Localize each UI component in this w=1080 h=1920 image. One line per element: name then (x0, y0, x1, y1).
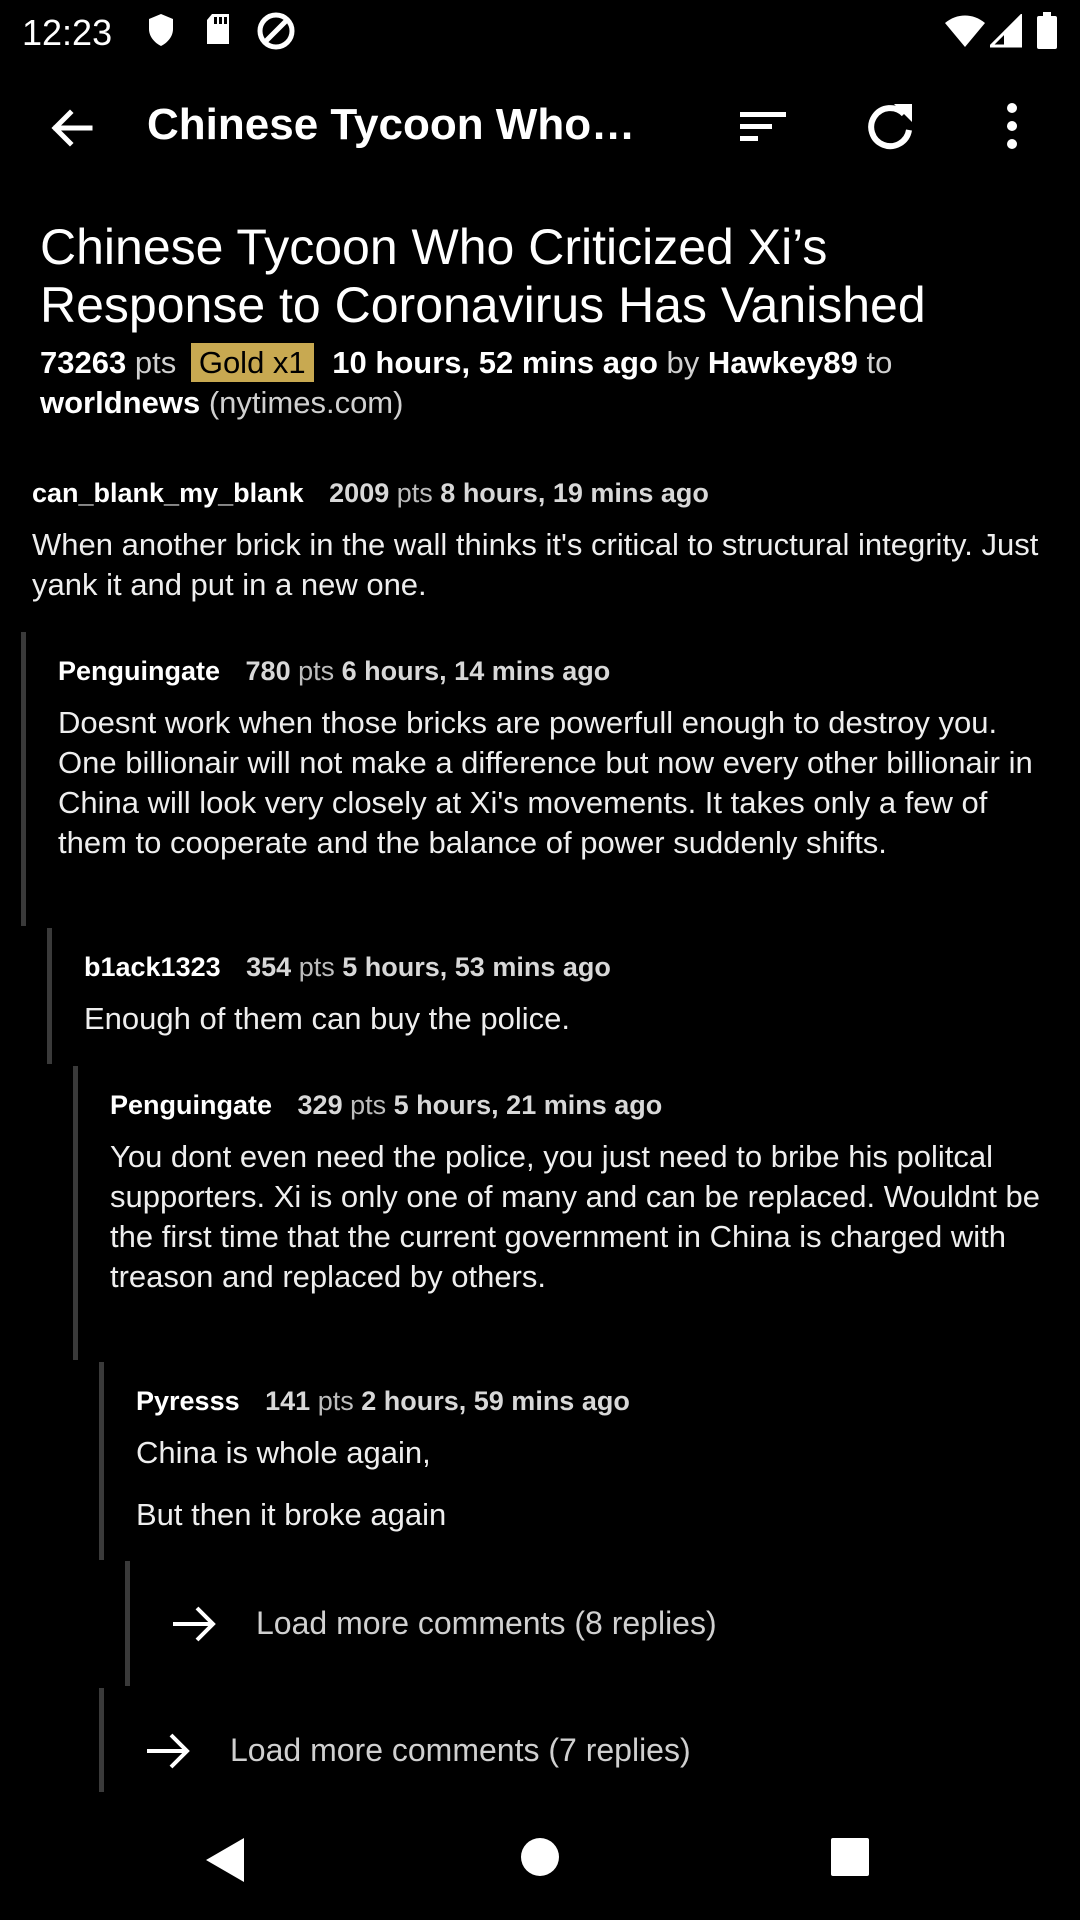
back-arrow-icon[interactable] (42, 98, 102, 158)
app-bar-title: Chinese Tycoon Who… (147, 100, 636, 149)
comment-author[interactable]: can_blank_my_blank (32, 478, 304, 508)
thread-depth-bar (21, 632, 26, 926)
gold-badge: Gold x1 (190, 343, 314, 382)
wifi-icon (945, 15, 985, 47)
comment[interactable]: Penguingate 780 pts 6 hours, 14 mins ago… (21, 632, 1080, 926)
status-time: 12:23 (22, 12, 113, 53)
post-by-label: by (666, 345, 700, 380)
post-subreddit[interactable]: worldnews (40, 385, 200, 420)
sd-card-icon (207, 14, 229, 44)
comment-header: can_blank_my_blank 2009 pts 8 hours, 19 … (32, 478, 1052, 509)
comment-score-unit: pts (350, 1090, 387, 1120)
thread-depth-bar (125, 1561, 130, 1686)
post-score: 73263 (40, 345, 127, 380)
comment-score: 141 (265, 1386, 311, 1416)
comment[interactable]: b1ack1323 354 pts 5 hours, 53 mins ago E… (47, 928, 1080, 1064)
comment-score-unit: pts (396, 478, 433, 508)
post-to-label: to (866, 345, 893, 380)
comment-score: 354 (246, 952, 292, 982)
comment-paragraph: Doesnt work when those bricks are powerf… (58, 705, 1033, 860)
comment-age: 5 hours, 53 mins ago (342, 952, 611, 982)
comment-age: 6 hours, 14 mins ago (341, 656, 611, 686)
comment[interactable]: Pyresss 141 pts 2 hours, 59 mins ago Chi… (99, 1362, 1080, 1560)
comment-body: You dont even need the police, you just … (110, 1137, 1040, 1297)
comment-paragraph: China is whole again, (136, 1435, 431, 1470)
load-more-label: Load more comments (8 replies) (256, 1605, 717, 1641)
comment-header: Penguingate 329 pts 5 hours, 21 mins ago (110, 1090, 1040, 1121)
comment-author[interactable]: Pyresss (136, 1386, 240, 1416)
thread-depth-bar (99, 1362, 104, 1560)
comment-paragraph: But then it broke again (136, 1497, 447, 1532)
comment-score-unit: pts (298, 952, 335, 982)
comment-age: 5 hours, 21 mins ago (393, 1090, 663, 1120)
status-bar: 12:23 (0, 0, 1080, 62)
post-author[interactable]: Hawkey89 (708, 345, 858, 380)
comment-score-unit: pts (317, 1386, 354, 1416)
post-title: Chinese Tycoon Who Criticized Xi’s Respo… (40, 219, 926, 333)
system-nav-bar (0, 1800, 1080, 1920)
comment-age: 2 hours, 59 mins ago (361, 1386, 630, 1416)
comment-score-unit: pts (298, 656, 335, 686)
shield-icon (149, 14, 173, 46)
nav-home-icon[interactable] (519, 1836, 561, 1878)
nav-back-icon[interactable] (202, 1834, 248, 1886)
comment-body: Doesnt work when those bricks are powerf… (58, 703, 1053, 863)
arrow-right-icon (147, 1733, 190, 1769)
comment-author[interactable]: Penguingate (110, 1090, 272, 1120)
post-domain[interactable]: (nytimes.com) (209, 385, 404, 420)
cell-signal-icon (990, 14, 1022, 48)
comment-score: 329 (297, 1090, 343, 1120)
sort-icon[interactable] (732, 94, 796, 158)
post-age: 10 hours, 52 mins ago (332, 345, 658, 380)
comment-author[interactable]: Penguingate (58, 656, 220, 686)
nav-recents-icon[interactable] (829, 1836, 871, 1878)
load-more-comments[interactable]: Load more comments (7 replies) (99, 1688, 1080, 1792)
post-score-unit: pts (134, 345, 177, 380)
comment-body: China is whole again, But then it broke … (136, 1433, 1036, 1535)
thread-depth-bar (73, 1066, 78, 1360)
comment-paragraph: Enough of them can buy the police. (84, 1001, 570, 1036)
comment-header: Penguingate 780 pts 6 hours, 14 mins ago (58, 656, 1053, 687)
comment[interactable]: Penguingate 329 pts 5 hours, 21 mins ago… (73, 1066, 1080, 1360)
refresh-icon[interactable] (858, 94, 922, 158)
at-sign-icon (257, 12, 295, 50)
arrow-right-icon (173, 1606, 216, 1642)
comment-body: Enough of them can buy the police. (84, 999, 1054, 1039)
comment-age: 8 hours, 19 mins ago (440, 478, 709, 508)
thread-depth-bar (99, 1688, 104, 1792)
battery-icon (1037, 12, 1057, 49)
app-bar: Chinese Tycoon Who… (0, 62, 1080, 188)
comment-header: Pyresss 141 pts 2 hours, 59 mins ago (136, 1386, 1036, 1417)
load-more-label: Load more comments (7 replies) (230, 1732, 691, 1768)
comment-author[interactable]: b1ack1323 (84, 952, 221, 982)
thread-depth-bar (47, 928, 52, 1064)
comment[interactable]: can_blank_my_blank 2009 pts 8 hours, 19 … (32, 478, 1052, 605)
load-more-comments[interactable]: Load more comments (8 replies) (125, 1561, 1080, 1686)
more-vert-icon[interactable] (980, 94, 1044, 158)
comment-body: When another brick in the wall thinks it… (32, 525, 1052, 605)
post-meta: 73263 pts Gold x1 10 hours, 52 mins ago … (40, 343, 1050, 423)
comment-paragraph: You dont even need the police, you just … (110, 1139, 1040, 1294)
comment-header: b1ack1323 354 pts 5 hours, 53 mins ago (84, 952, 1054, 983)
comment-score: 2009 (329, 478, 390, 508)
comment-score: 780 (245, 656, 291, 686)
comment-paragraph: When another brick in the wall thinks it… (32, 527, 1039, 602)
